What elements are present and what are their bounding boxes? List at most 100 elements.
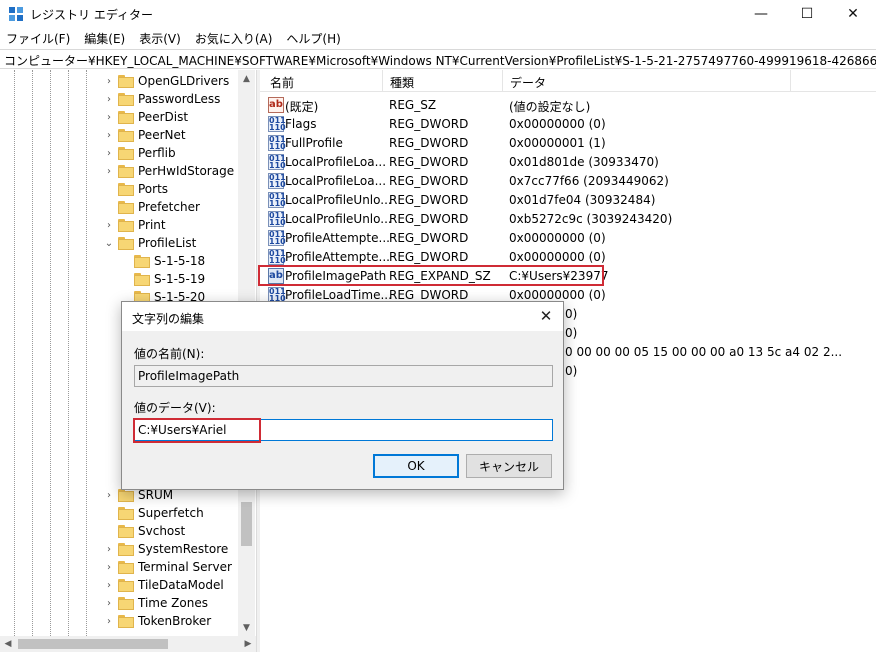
tree-item[interactable]: Superfetch (104, 504, 204, 522)
tree-item[interactable]: › TokenBroker (104, 612, 211, 630)
menu-file[interactable]: ファイル(F) (6, 28, 78, 48)
value-data: 0x00000000 (0) (509, 288, 606, 302)
value-data: 0x01d7fe04 (30932484) (509, 193, 656, 207)
maximize-button[interactable]: ☐ (784, 0, 830, 28)
value-row[interactable]: 011 110 LocalProfileLoa... REG_DWORD 0x7cc77… (260, 172, 876, 191)
expander-icon[interactable] (104, 180, 114, 198)
binary-value-icon: 011 110 (268, 154, 286, 170)
expander-icon[interactable] (120, 270, 130, 288)
tree-item[interactable]: S-1-5-19 (120, 270, 205, 288)
ok-button[interactable]: OK (373, 454, 459, 478)
tree-item[interactable]: › OpenGLDrivers (104, 72, 229, 90)
expander-icon[interactable] (104, 198, 114, 216)
expander-icon[interactable]: › (104, 108, 114, 126)
tree-item[interactable]: › PeerDist (104, 108, 188, 126)
value-data: 0x00000000 (0) (509, 231, 606, 245)
address-bar[interactable]: コンピューター¥HKEY_LOCAL_MACHINE¥SOFTWARE¥Micr… (0, 49, 876, 69)
tree-item-label: PasswordLess (138, 92, 221, 106)
profile-image-path-highlight (258, 265, 604, 286)
tree-item[interactable]: › Time Zones (104, 594, 208, 612)
value-row[interactable]: 011 110 Flags REG_DWORD 0x00000000 (0) (260, 115, 876, 134)
expander-icon[interactable] (120, 252, 130, 270)
edit-string-dialog: 文字列の編集 ✕ 値の名前(N): ProfileImagePath 値のデータ… (121, 301, 564, 490)
registry-editor-icon (9, 7, 23, 21)
window-title: レジストリ エディター (30, 8, 153, 22)
expander-icon[interactable]: › (104, 486, 114, 504)
expander-icon[interactable]: ⌄ (104, 234, 114, 252)
expander-icon[interactable]: › (104, 558, 114, 576)
scroll-up-icon[interactable]: ▲ (238, 70, 255, 87)
expander-icon[interactable] (104, 522, 114, 540)
dialog-close-icon[interactable]: ✕ (535, 306, 557, 326)
value-data: 0x00000000 (0) (509, 117, 606, 131)
tree-item[interactable]: › Print (104, 216, 166, 234)
tree-item-label: Terminal Server (138, 560, 232, 574)
tree-item-label: SRUM (138, 488, 174, 502)
scroll-thumb[interactable] (241, 502, 252, 546)
tree-item-label: Ports (138, 182, 169, 196)
folder-icon (118, 74, 134, 88)
tree-item[interactable]: S-1-5-18 (120, 252, 205, 270)
expander-icon[interactable]: › (104, 576, 114, 594)
value-row[interactable]: 011 110 LocalProfileUnlo... REG_DWORD 0xb527… (260, 210, 876, 229)
tree-item[interactable]: ⌄ ProfileList (104, 234, 197, 252)
tree-item[interactable]: › PeerNet (104, 126, 186, 144)
tree-item[interactable]: › Perflib (104, 144, 176, 162)
value-data-label: 値のデータ(V): (134, 401, 216, 415)
folder-icon (118, 542, 134, 556)
value-name: LocalProfileUnlo... (285, 212, 392, 226)
expander-icon[interactable]: › (104, 594, 114, 612)
scroll-thumb[interactable] (18, 639, 168, 649)
expander-icon[interactable]: › (104, 216, 114, 234)
tree-item[interactable]: Ports (104, 180, 168, 198)
tree-horizontal-scrollbar[interactable]: ◀ ▶ (0, 636, 256, 652)
value-row[interactable]: 011 110 LocalProfileLoa... REG_DWORD 0x01d80… (260, 153, 876, 172)
value-row[interactable]: 011 110 LocalProfileUnlo... REG_DWORD 0x01d7… (260, 191, 876, 210)
value-row[interactable]: ab (既定) REG_SZ (値の設定なし) (260, 96, 876, 115)
menu-favorites[interactable]: お気に入り(A) (195, 28, 281, 48)
cancel-button[interactable]: キャンセル (466, 454, 552, 478)
tree-item[interactable]: Svchost (104, 522, 185, 540)
expander-icon[interactable]: › (104, 540, 114, 558)
column-header-name[interactable]: 名前 (270, 74, 294, 91)
value-data: 0xb5272c9c (3039243420) (509, 212, 673, 226)
tree-item[interactable]: › Terminal Server (104, 558, 232, 576)
tree-item-label: TileDataModel (138, 578, 224, 592)
value-row[interactable]: 011 110 FullProfile REG_DWORD 0x00000001 (1) (260, 134, 876, 153)
value-type: REG_DWORD (389, 288, 469, 302)
expander-icon[interactable]: › (104, 144, 114, 162)
column-separator[interactable] (790, 70, 791, 92)
expander-icon[interactable]: › (104, 90, 114, 108)
tree-item[interactable]: Prefetcher (104, 198, 200, 216)
tree-item[interactable]: › PasswordLess (104, 90, 220, 108)
expander-icon[interactable] (104, 504, 114, 522)
tree-item[interactable]: › SystemRestore (104, 540, 228, 558)
scroll-down-icon[interactable]: ▼ (238, 619, 255, 636)
value-row[interactable]: 011 110 ProfileAttempte... REG_DWORD 0x00000… (260, 229, 876, 248)
tree-item[interactable]: › PerHwIdStorage (104, 162, 234, 180)
tree-guide-line (50, 70, 51, 636)
expander-icon[interactable]: › (104, 162, 114, 180)
column-separator[interactable] (502, 70, 503, 92)
folder-icon (118, 560, 134, 574)
tree-guide-line (86, 70, 87, 636)
expander-icon[interactable]: › (104, 72, 114, 90)
minimize-button[interactable]: — (738, 0, 784, 28)
menu-edit[interactable]: 編集(E) (84, 28, 133, 48)
column-header-data[interactable]: データ (510, 74, 546, 91)
string-value-icon: ab (268, 97, 284, 113)
column-header-type[interactable]: 種類 (390, 74, 414, 91)
folder-icon (118, 200, 134, 214)
value-data: 0x7cc77f66 (2093449062) (509, 174, 669, 188)
expander-icon[interactable]: › (104, 126, 114, 144)
column-separator[interactable] (382, 70, 383, 92)
menu-help[interactable]: ヘルプ(H) (286, 28, 348, 48)
expander-icon[interactable]: › (104, 612, 114, 630)
tree-item-label: PerHwIdStorage (138, 164, 235, 178)
scroll-left-icon[interactable]: ◀ (0, 636, 16, 652)
scroll-right-icon[interactable]: ▶ (240, 636, 256, 652)
close-button[interactable]: ✕ (830, 0, 876, 28)
tree-item-label: ProfileList (138, 236, 197, 250)
tree-item[interactable]: › TileDataModel (104, 576, 224, 594)
menu-view[interactable]: 表示(V) (139, 28, 189, 48)
